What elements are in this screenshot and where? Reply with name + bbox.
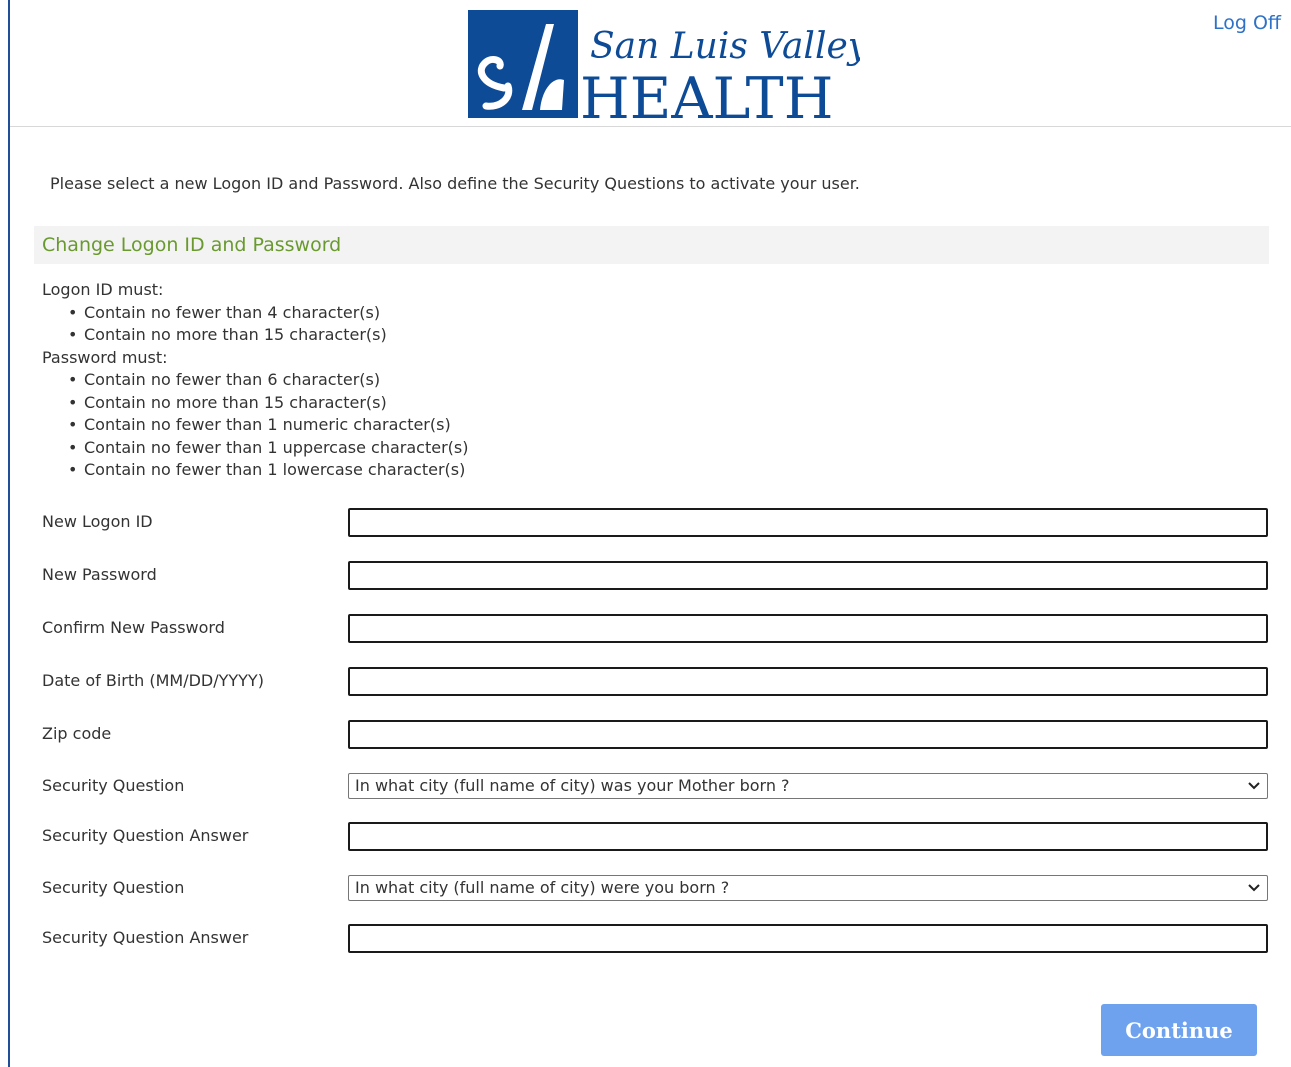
logon-rules-heading: Logon ID must:: [42, 280, 164, 299]
requirements-list: Logon ID must: Contain no fewer than 4 c…: [42, 279, 468, 482]
intro-text: Please select a new Logon ID and Passwor…: [50, 174, 860, 193]
section-title: Change Logon ID and Password: [34, 226, 1269, 264]
password-rule: Contain no fewer than 1 numeric characte…: [68, 414, 468, 437]
row-security-answer-1: Security Question Answer: [0, 822, 1291, 852]
row-confirm-password: Confirm New Password: [0, 614, 1291, 644]
password-rules-heading: Password must:: [42, 347, 168, 367]
logo-text-bottom: HEALTH: [580, 66, 833, 120]
security-question-2-select[interactable]: In what city (full name of city) were yo…: [348, 875, 1268, 901]
row-security-question-2: Security Question In what city (full nam…: [0, 874, 1291, 904]
password-rule: Contain no fewer than 1 uppercase charac…: [68, 437, 468, 460]
logon-rule: Contain no more than 15 character(s): [68, 324, 468, 347]
logoff-link[interactable]: Log Off: [1213, 12, 1281, 34]
confirm-password-label: Confirm New Password: [42, 618, 225, 637]
password-rule: Contain no more than 15 character(s): [68, 392, 468, 415]
row-new-logon-id: New Logon ID: [0, 508, 1291, 538]
chevron-down-icon: [1248, 884, 1260, 892]
zip-label: Zip code: [42, 724, 112, 743]
logon-rule: Contain no fewer than 4 character(s): [68, 302, 468, 325]
security-answer-1-label: Security Question Answer: [42, 826, 249, 845]
row-security-answer-2: Security Question Answer: [0, 924, 1291, 954]
security-question-1-label: Security Question: [42, 776, 185, 795]
password-rule: Contain no fewer than 1 lowercase charac…: [68, 459, 468, 482]
security-question-1-value: In what city (full name of city) was you…: [355, 776, 790, 795]
new-logon-id-label: New Logon ID: [42, 512, 153, 531]
security-answer-2-input[interactable]: [348, 924, 1268, 953]
security-question-2-value: In what city (full name of city) were yo…: [355, 878, 730, 897]
security-question-2-label: Security Question: [42, 878, 185, 897]
logo-text-top: San Luis Valley: [590, 26, 860, 67]
row-dob: Date of Birth (MM/DD/YYYY): [0, 667, 1291, 697]
row-security-question-1: Security Question In what city (full nam…: [0, 772, 1291, 802]
dob-label: Date of Birth (MM/DD/YYYY): [42, 671, 264, 690]
security-answer-1-input[interactable]: [348, 822, 1268, 851]
continue-button[interactable]: Continue: [1101, 1004, 1257, 1056]
zip-input[interactable]: [348, 720, 1268, 749]
new-logon-id-input[interactable]: [348, 508, 1268, 537]
chevron-down-icon: [1248, 782, 1260, 790]
new-password-label: New Password: [42, 565, 157, 584]
slv-health-logo: San Luis Valley HEALTH: [456, 10, 860, 120]
new-password-input[interactable]: [348, 561, 1268, 590]
password-rule: Contain no fewer than 6 character(s): [68, 369, 468, 392]
dob-input[interactable]: [348, 667, 1268, 696]
confirm-password-input[interactable]: [348, 614, 1268, 643]
security-answer-2-label: Security Question Answer: [42, 928, 249, 947]
security-question-1-select[interactable]: In what city (full name of city) was you…: [348, 773, 1268, 799]
row-new-password: New Password: [0, 561, 1291, 591]
row-zip: Zip code: [0, 720, 1291, 750]
page-header: San Luis Valley HEALTH Log Off: [10, 0, 1291, 127]
